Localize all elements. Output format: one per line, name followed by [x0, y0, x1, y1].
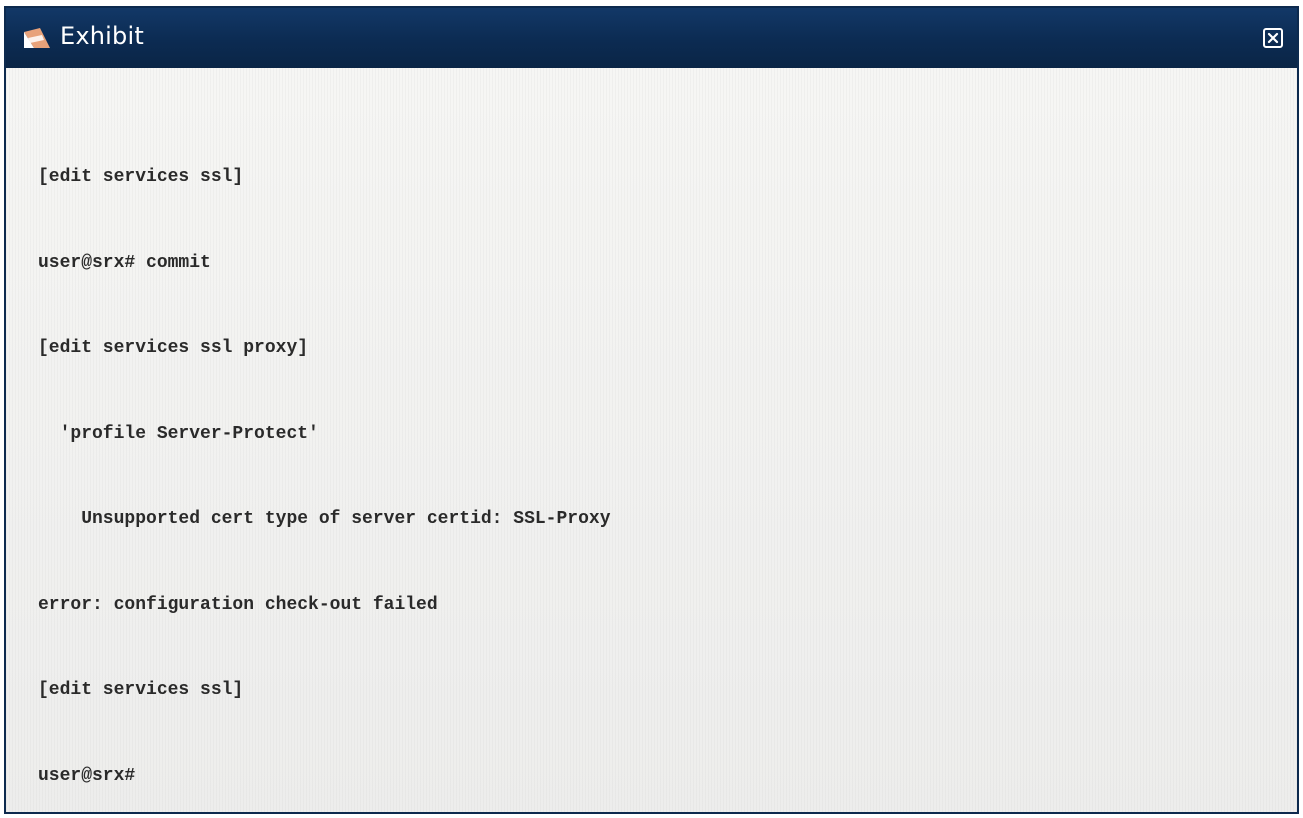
exhibit-window: Exhibit [edit services ssl] user@srx# co… — [4, 6, 1299, 814]
console-line: 'profile Server-Protect' — [38, 423, 319, 444]
console-line: user@srx# — [38, 765, 136, 786]
console-line: user@srx# commit — [38, 252, 211, 273]
console-output: [edit services ssl] user@srx# commit [ed… — [38, 106, 611, 812]
window-title: Exhibit — [60, 22, 144, 50]
console-line: [edit services ssl proxy] — [38, 338, 309, 358]
console-line: error: configuration check-out failed — [38, 594, 438, 615]
console-line: [edit services ssl] — [38, 680, 244, 700]
close-icon — [1263, 28, 1283, 48]
console-line: [edit services ssl] — [38, 167, 244, 187]
exhibit-content: [edit services ssl] user@srx# commit [ed… — [6, 68, 1297, 812]
close-button[interactable] — [1263, 28, 1283, 48]
exhibit-app-icon — [22, 26, 52, 50]
title-bar[interactable]: Exhibit — [6, 8, 1297, 68]
console-line: Unsupported cert type of server certid: … — [38, 509, 611, 529]
